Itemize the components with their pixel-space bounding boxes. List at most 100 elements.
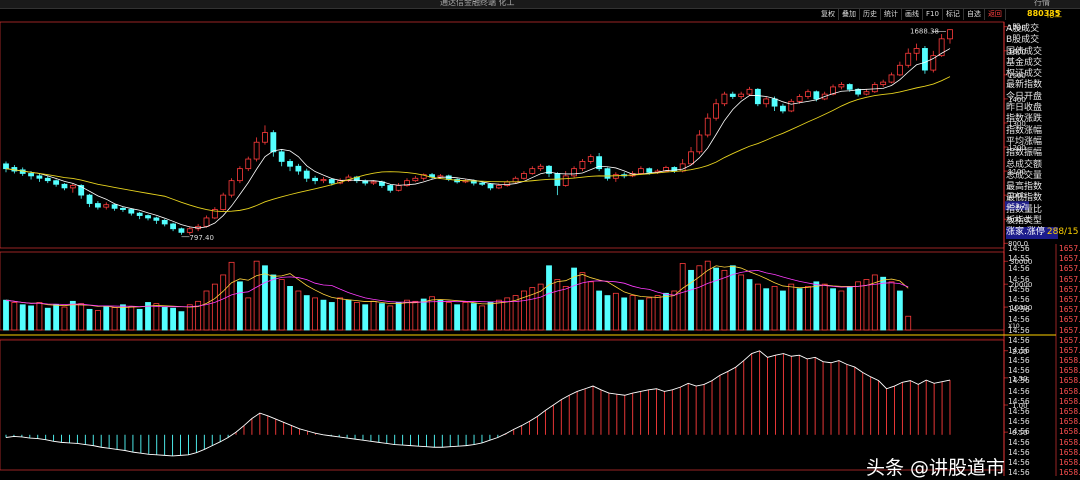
candle-body xyxy=(796,96,803,102)
toolbar-item-1[interactable]: 叠加 xyxy=(839,9,860,20)
side-menu-item-18[interactable]: 涨家.涨停 288/15 xyxy=(1006,227,1079,239)
volume-bar xyxy=(103,305,110,331)
tick-row: 14:56 1657.9 xyxy=(1006,346,1080,356)
tick-list[interactable]: 14:561657.314:551657.614:561657.614:5616… xyxy=(1006,244,1080,478)
tick-row: 14:56 1658.2 xyxy=(1006,407,1080,417)
volume-bar xyxy=(612,292,619,331)
side-menu-item-9[interactable]: 指数涨幅 xyxy=(1006,126,1058,137)
candle-body xyxy=(69,185,76,189)
toolbar-item-6[interactable]: 标记 xyxy=(943,9,964,20)
volume-bar xyxy=(821,283,828,331)
candle-body xyxy=(328,179,335,184)
tick-price: 1658.3 xyxy=(1059,457,1080,467)
candle-body xyxy=(612,174,619,179)
candle-body xyxy=(186,228,193,233)
side-menu-item-10[interactable]: 平均涨幅 xyxy=(1006,137,1058,148)
candle-body xyxy=(521,173,527,179)
tick-price: 1657.7 xyxy=(1059,274,1080,284)
tick-time: 14:56 xyxy=(1008,447,1030,457)
volume-bar xyxy=(362,304,369,331)
volume-bar xyxy=(596,290,603,331)
tick-time: 14:56 xyxy=(1008,264,1030,274)
side-menu-item-17[interactable]: 板指类型 xyxy=(1006,216,1058,227)
volume-bar xyxy=(111,307,118,331)
volume-bar xyxy=(470,303,477,331)
toolbar-item-7[interactable]: 自选 xyxy=(964,9,985,20)
volume-bar xyxy=(312,297,319,331)
side-menu-item-12[interactable]: 总成交额 xyxy=(1006,160,1058,171)
side-menu-item-16[interactable]: 指数量比 xyxy=(1006,205,1058,216)
side-menu-item-4[interactable]: 权证成交 xyxy=(1006,69,1058,80)
side-menu-item-13[interactable]: 总成交量 xyxy=(1006,171,1058,182)
volume-bar xyxy=(888,281,895,331)
tick-time: 14:56 xyxy=(1008,284,1030,294)
candle-body xyxy=(479,182,486,185)
candle-body xyxy=(805,91,811,97)
tick-time: 14:56 xyxy=(1008,294,1030,304)
volume-bar xyxy=(387,305,394,331)
volume-bar xyxy=(245,297,252,331)
side-menu-item-2[interactable]: 国债成交 xyxy=(1006,47,1058,58)
candle-body xyxy=(278,151,285,162)
volume-bar xyxy=(562,286,569,331)
candle-body xyxy=(863,91,870,95)
candle-body xyxy=(487,183,494,189)
tick-row: 14:56 1657.3 xyxy=(1006,244,1080,254)
side-menu-item-7[interactable]: 昨日收盘 xyxy=(1006,103,1058,114)
side-menu-item-0[interactable]: A股成交 xyxy=(1006,24,1058,35)
tick-row: 14:56 1657.6 xyxy=(1006,264,1080,274)
tick-row: 14:56 1658.2 xyxy=(1006,417,1080,427)
toolbar-item-5[interactable]: F10 xyxy=(923,9,943,20)
tick-row: 14:56 1658.2 xyxy=(1006,376,1080,386)
volume-bar xyxy=(846,286,853,331)
volume-bar xyxy=(654,295,661,331)
side-menu-item-8[interactable]: 指数涨跌 xyxy=(1006,114,1058,125)
toolbar-item-2[interactable]: 历史 xyxy=(860,9,881,20)
side-menu-item-1[interactable]: B股成交 xyxy=(1006,35,1058,46)
volume-bar xyxy=(487,302,494,331)
candle-body xyxy=(922,48,928,71)
volume-bar xyxy=(120,304,126,331)
side-menu-item-3[interactable]: 基金成交 xyxy=(1006,58,1058,69)
side-menu-item-11[interactable]: 指数振幅 xyxy=(1006,148,1058,159)
volume-bar xyxy=(679,263,686,331)
side-menu-item-15[interactable]: 最低指数 xyxy=(1006,193,1058,204)
candle-body xyxy=(237,168,243,182)
side-menu: A股成交 B股成交 国债成交 基金成交 权证成交 最新指数 今日开盘 昨日收盘 指数涨跌 指数涨幅… xyxy=(1006,24,1079,239)
toolbar-item-8[interactable]: 返回 xyxy=(985,9,1006,20)
candle-body xyxy=(228,180,235,196)
toolbar-item-0[interactable]: 复权 xyxy=(818,9,839,20)
tick-row: 14:561658.3 xyxy=(1006,468,1080,478)
toolbar-item-3[interactable]: 统计 xyxy=(881,9,902,20)
candle-body xyxy=(412,177,419,182)
volume-bar xyxy=(671,290,678,331)
volume-bar xyxy=(262,265,268,331)
side-menu-item-5[interactable]: 最新指数 xyxy=(1006,80,1058,91)
tick-price: 1657.6 xyxy=(1059,264,1080,274)
tick-price: 1658.3 xyxy=(1059,447,1080,457)
volume-bar xyxy=(287,286,293,331)
volume-bar xyxy=(178,311,185,331)
side-menu-item-14[interactable]: 最高指数 xyxy=(1006,182,1058,193)
tick-row: 14:56 1657.7 xyxy=(1006,275,1080,285)
volume-bar xyxy=(303,295,310,331)
tick-price: 1657.6 xyxy=(1059,254,1080,264)
candle-body xyxy=(721,93,728,105)
volume-bar xyxy=(170,307,176,331)
tick-time: 14:56 xyxy=(1008,305,1030,315)
tick-row: 14:56 1657.8 xyxy=(1006,295,1080,305)
tick-time: 14:56 xyxy=(1008,457,1030,467)
tick-row: 14:561658.3 xyxy=(1006,438,1080,448)
volume-bar xyxy=(746,279,753,331)
volume-bar xyxy=(203,290,210,331)
chart-canvas[interactable]: 800.0900.0100011001200130014001500160017… xyxy=(0,0,1080,476)
side-menu-item-6[interactable]: 今日开盘 xyxy=(1006,92,1058,103)
toolbar-item-4[interactable]: 画线 xyxy=(902,9,923,20)
volume-bar xyxy=(688,269,694,331)
candle-body xyxy=(780,105,786,112)
candle-body xyxy=(763,98,770,105)
volume-bar xyxy=(771,286,778,331)
volume-bar xyxy=(328,302,335,331)
volume-bar xyxy=(11,302,18,331)
candle-body xyxy=(120,207,126,210)
